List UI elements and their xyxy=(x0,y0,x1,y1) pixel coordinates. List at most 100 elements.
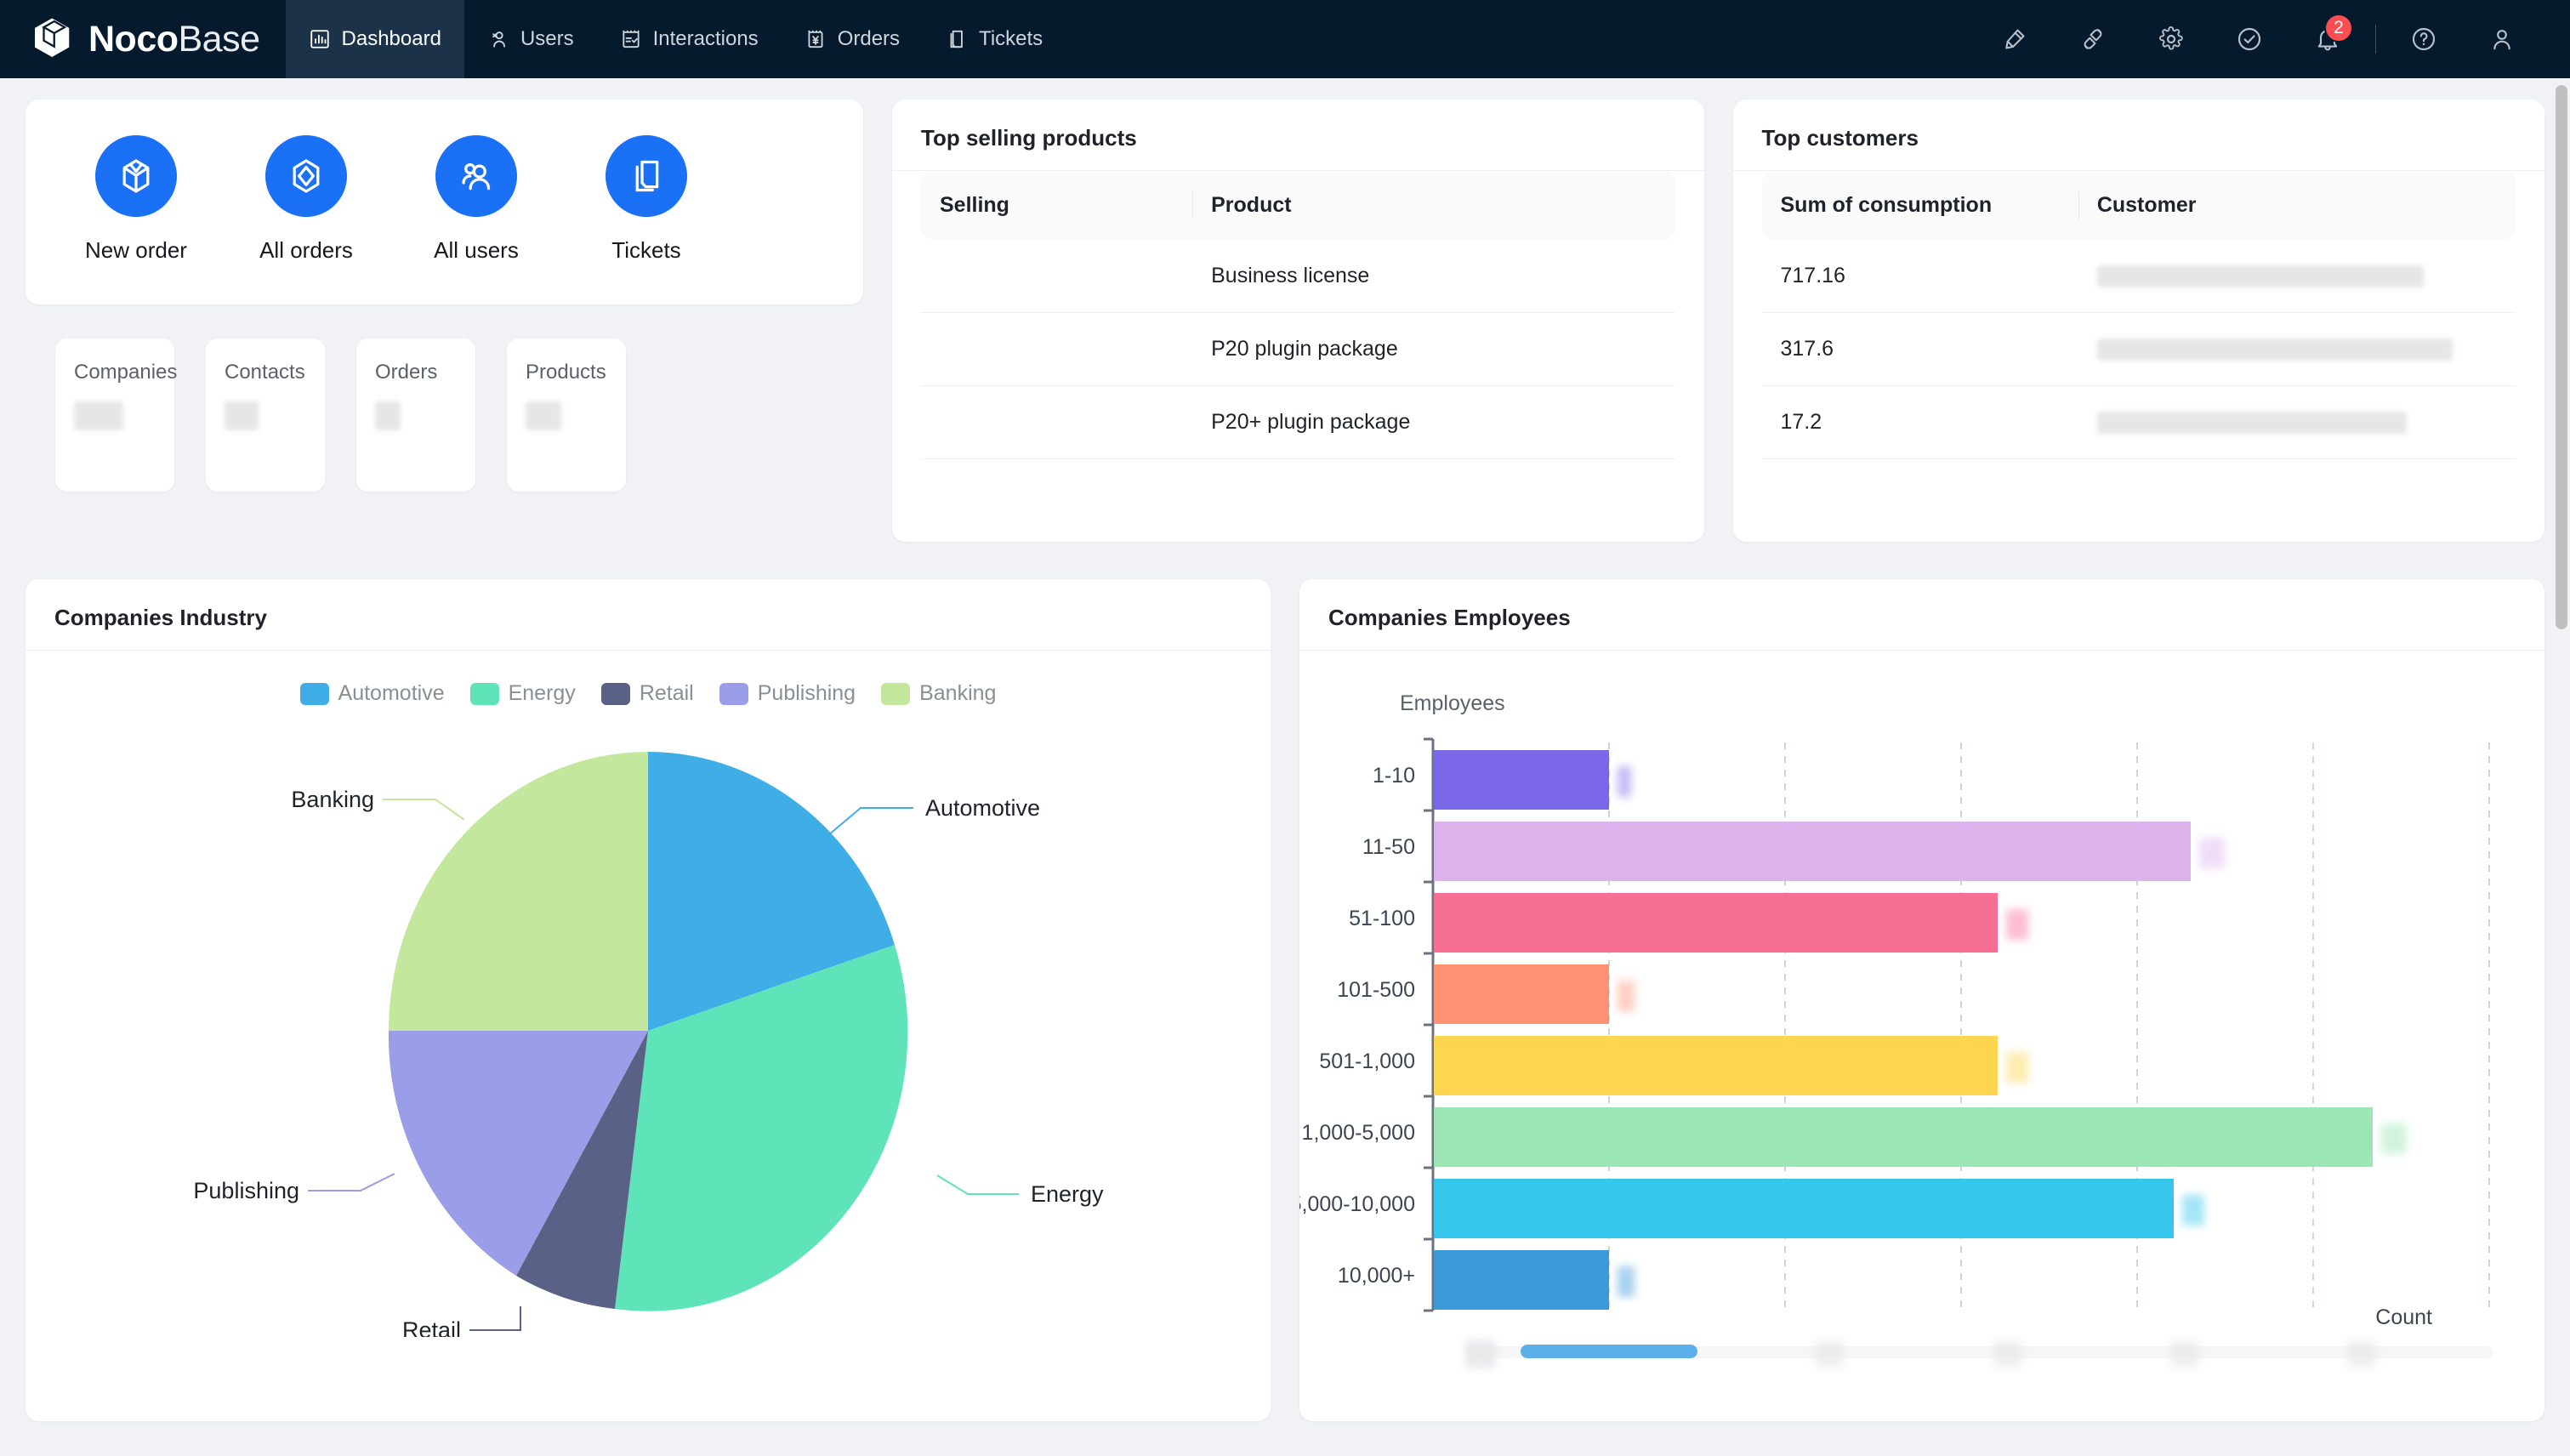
table-row[interactable]: 717.16 xyxy=(1762,240,2516,313)
check-button[interactable] xyxy=(2210,0,2289,78)
bar-chart-area: Employees xyxy=(1299,651,2544,1399)
quick-action-all-orders[interactable]: All orders xyxy=(221,135,391,264)
bar-51-100[interactable] xyxy=(1434,893,1998,953)
bar-value-redacted xyxy=(1618,766,1631,797)
bar-101-500[interactable] xyxy=(1434,964,1609,1024)
table-row[interactable]: Business license xyxy=(921,240,1675,313)
pie-leader-automotive xyxy=(828,808,913,835)
bar-category-label: 101-500 xyxy=(1337,978,1415,1002)
bar-category-label: 1-10 xyxy=(1373,764,1415,788)
top-selling-products-card: Top selling products Selling Product Bus… xyxy=(892,100,1704,542)
bar-11-50[interactable] xyxy=(1434,822,2191,881)
stat-card-contacts[interactable]: Contacts xyxy=(206,338,325,492)
table-row[interactable]: 317.6 xyxy=(1762,313,2516,386)
column-header-customer[interactable]: Customer xyxy=(2078,171,2516,240)
companies-employees-title: Companies Employees xyxy=(1299,579,2544,651)
nav-label-interactions: Interactions xyxy=(653,27,759,51)
legend-swatch xyxy=(300,683,329,705)
cell-customer xyxy=(2078,240,2516,313)
all-users-icon xyxy=(457,156,496,196)
nav-divider xyxy=(2375,25,2376,54)
customer-name-redacted xyxy=(2097,265,2424,287)
legend-item-banking[interactable]: Banking xyxy=(881,681,996,706)
quick-action-all-users[interactable]: All users xyxy=(391,135,561,264)
clipboard-check-icon xyxy=(620,28,642,50)
pie-label-publishing: Publishing xyxy=(193,1178,299,1203)
pie-label-banking: Banking xyxy=(291,787,374,812)
table-row[interactable]: 17.2 xyxy=(1762,386,2516,459)
quick-actions-list: New order All orders xyxy=(51,135,838,264)
quick-action-icon-bg xyxy=(95,135,177,217)
cell-selling xyxy=(921,386,1192,459)
notifications-button[interactable]: 2 xyxy=(2289,0,2367,78)
highlighter-button[interactable] xyxy=(1976,0,2054,78)
stat-card-orders[interactable]: Orders xyxy=(356,338,475,492)
pie-leader-retail xyxy=(469,1306,520,1330)
new-order-icon xyxy=(117,156,156,196)
nav-label-dashboard: Dashboard xyxy=(342,27,441,51)
legend-swatch xyxy=(470,683,499,705)
nav-item-tickets[interactable]: Tickets xyxy=(923,0,1066,78)
table-row[interactable]: P20 plugin package xyxy=(921,313,1675,386)
table-body: Business license P20 plugin package P20+… xyxy=(921,240,1675,459)
table-row[interactable]: P20+ plugin package xyxy=(921,386,1675,459)
column-header-sum-of-consumption[interactable]: Sum of consumption xyxy=(1762,171,2078,240)
quick-action-icon-bg xyxy=(606,135,687,217)
user-avatar-button[interactable] xyxy=(2463,0,2541,78)
quick-action-new-order[interactable]: New order xyxy=(51,135,221,264)
top-customers-table-wrap: Sum of consumption Customer 717.16 317.6 xyxy=(1733,171,2545,459)
customer-name-redacted xyxy=(2097,338,2453,361)
bar-category-label: 51-100 xyxy=(1349,907,1415,930)
legend-label: Automotive xyxy=(338,681,445,706)
nocobase-logo-icon xyxy=(29,15,77,63)
legend-swatch xyxy=(719,683,748,705)
notification-badge: 2 xyxy=(2324,14,2353,43)
slider-thumb[interactable] xyxy=(1521,1345,1697,1358)
help-button[interactable] xyxy=(2385,0,2463,78)
highlighter-icon xyxy=(2002,26,2027,52)
pie-leader-energy xyxy=(937,1175,1019,1194)
column-header-selling[interactable]: Selling xyxy=(921,171,1192,240)
legend-item-publishing[interactable]: Publishing xyxy=(719,681,856,706)
quick-action-tickets[interactable]: Tickets xyxy=(561,135,731,264)
bar-10000plus[interactable] xyxy=(1434,1250,1609,1310)
brand-logo-area[interactable]: NocoBase xyxy=(0,0,260,78)
quick-action-label: All orders xyxy=(259,237,353,264)
bar-1000-5000[interactable] xyxy=(1434,1107,2373,1167)
legend-item-automotive[interactable]: Automotive xyxy=(300,681,445,706)
page-vertical-scrollbar[interactable] xyxy=(2553,78,2570,1456)
bar-5000-10000[interactable] xyxy=(1434,1179,2174,1238)
scrollbar-thumb[interactable] xyxy=(2556,85,2567,629)
column-header-product[interactable]: Product xyxy=(1192,171,1674,240)
nav-item-users[interactable]: Users xyxy=(464,0,597,78)
bar-value-redacted xyxy=(2381,1123,2407,1154)
top-row: New order All orders xyxy=(26,100,2544,542)
settings-button[interactable] xyxy=(2132,0,2210,78)
stat-label: Orders xyxy=(375,361,475,384)
pie-label-automotive: Automotive xyxy=(925,795,1040,821)
dashboard-page: New order All orders xyxy=(0,78,2570,1421)
companies-employees-card: Companies Employees Employees xyxy=(1299,579,2544,1421)
pie-leader-banking xyxy=(383,799,464,820)
gear-icon xyxy=(2158,26,2185,53)
bar-category-label: 11-50 xyxy=(1362,835,1415,859)
legend-item-energy[interactable]: Energy xyxy=(470,681,576,706)
bar-1-10[interactable] xyxy=(1434,750,1609,810)
stat-card-products[interactable]: Products xyxy=(507,338,626,492)
legend-label: Publishing xyxy=(758,681,856,706)
nav-item-dashboard[interactable]: Dashboard xyxy=(286,0,464,78)
nav-item-orders[interactable]: Orders xyxy=(782,0,923,78)
pie-slice-banking[interactable] xyxy=(389,752,648,1031)
stat-card-companies[interactable]: Companies xyxy=(55,338,174,492)
all-orders-icon xyxy=(287,156,326,196)
stat-label: Contacts xyxy=(225,361,325,384)
companies-industry-card: Companies Industry Automotive Energy Ret… xyxy=(26,579,1271,1421)
bar-501-1000[interactable] xyxy=(1434,1036,1998,1095)
plugin-button[interactable] xyxy=(2054,0,2132,78)
bar-chart-horizontal-slider[interactable] xyxy=(1466,1339,2493,1368)
bar-value-redacted xyxy=(2006,909,2028,940)
pie-legend: Automotive Energy Retail Publishing Bank… xyxy=(26,651,1271,706)
legend-item-retail[interactable]: Retail xyxy=(601,681,694,706)
top-selling-table: Selling Product Business license P20 plu… xyxy=(921,171,1675,459)
nav-item-interactions[interactable]: Interactions xyxy=(597,0,782,78)
